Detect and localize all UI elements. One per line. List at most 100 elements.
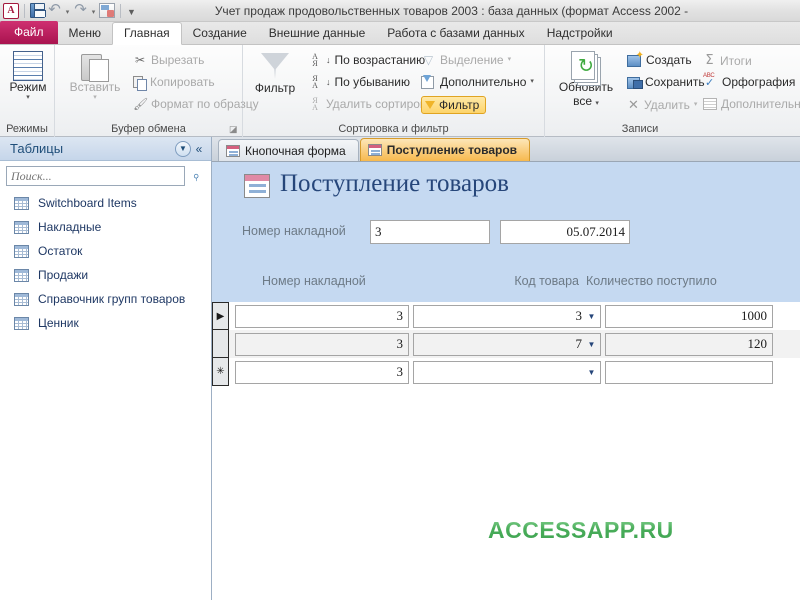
- paintbrush-icon: 🖌: [133, 97, 149, 111]
- redo-dropdown-icon[interactable]: ▾: [90, 4, 97, 18]
- records-more-label: Дополнительно: [721, 97, 800, 111]
- title-bar: A ↶ ▾ ↷ ▾ ▼ Учет продаж продовольственны…: [0, 0, 800, 22]
- list-item[interactable]: Продажи: [0, 263, 211, 287]
- table-icon: [14, 196, 29, 210]
- list-item[interactable]: Ценник: [0, 311, 211, 335]
- product-code-combobox[interactable]: ▼: [413, 360, 601, 384]
- cell-product-code-value: 3: [575, 308, 583, 323]
- print-preview-icon[interactable]: [99, 3, 115, 18]
- copy-button[interactable]: Копировать: [133, 75, 215, 91]
- ribbon-group-records: Обновить все ▾ Создать Сохранить ✕ Удали…: [545, 45, 800, 137]
- cell-invoice[interactable]: 3: [233, 302, 411, 330]
- doc-tab-goods-receipt[interactable]: Поступление товаров: [359, 138, 531, 161]
- ribbon-tab-strip: Файл Меню Главная Создание Внешние данны…: [0, 21, 800, 45]
- cell-product-code[interactable]: ▼: [411, 358, 603, 386]
- table-row[interactable]: ▶ 3 3 ▼ 1000: [212, 302, 800, 330]
- cell-invoice[interactable]: 3: [233, 358, 411, 386]
- selection-button[interactable]: ▽ Выделение ▾: [421, 53, 511, 67]
- spelling-button[interactable]: Орфография: [703, 73, 796, 90]
- new-record-button[interactable]: Создать: [627, 50, 692, 67]
- view-button[interactable]: Режим ▾: [7, 51, 49, 102]
- chevron-down-icon[interactable]: ▼: [585, 340, 598, 349]
- chevron-down-icon[interactable]: ▼: [175, 140, 191, 157]
- refresh-dropdown-icon[interactable]: ▾: [595, 100, 599, 107]
- product-code-combobox[interactable]: 7 ▼: [413, 332, 601, 356]
- scissors-icon: ✂: [134, 53, 146, 67]
- tab-home[interactable]: Главная: [111, 22, 182, 45]
- selection-dropdown-icon[interactable]: ▾: [508, 56, 512, 64]
- cell-quantity-value: 120: [605, 332, 773, 356]
- tab-menu[interactable]: Меню: [58, 22, 112, 44]
- spelling-label: Орфография: [722, 75, 796, 89]
- row-selector[interactable]: ▶: [212, 302, 229, 330]
- new-row-selector[interactable]: ✳: [212, 358, 229, 386]
- form-canvas: Поступление товаров Номер накладной 3 05…: [212, 162, 800, 600]
- list-item[interactable]: Накладные: [0, 215, 211, 239]
- totals-button[interactable]: Σ Итоги: [703, 53, 752, 68]
- table-row[interactable]: 3 7 ▼ 120: [212, 330, 800, 358]
- cell-quantity[interactable]: [603, 358, 775, 386]
- tab-addins[interactable]: Надстройки: [536, 22, 624, 44]
- format-painter-button[interactable]: 🖌 Формат по образцу: [133, 97, 259, 111]
- clipboard-dialog-launcher-icon[interactable]: ◪: [229, 125, 238, 134]
- sort-descending-button[interactable]: Я А ↓ По убыванию: [308, 75, 410, 90]
- list-item[interactable]: Остаток: [0, 239, 211, 263]
- doc-tab-label: Поступление товаров: [386, 143, 518, 157]
- sort-descending-icon: Я А: [308, 75, 322, 90]
- filter-button[interactable]: Фильтр: [251, 53, 299, 95]
- date-field[interactable]: 05.07.2014: [500, 220, 630, 244]
- list-item-label: Продажи: [38, 268, 89, 282]
- records-more-button[interactable]: Дополнительно: [703, 97, 800, 111]
- invoice-number-field[interactable]: 3: [370, 220, 490, 244]
- column-header-product-code: Код товара: [514, 274, 579, 288]
- chevron-down-icon[interactable]: ▼: [585, 312, 598, 321]
- delete-record-button[interactable]: ✕ Удалить ▾: [627, 97, 697, 113]
- paste-button[interactable]: Вставить ▾: [65, 51, 125, 102]
- paste-dropdown-icon[interactable]: ▾: [65, 94, 125, 102]
- toggle-filter-button[interactable]: Фильтр: [421, 96, 487, 114]
- tab-external-data[interactable]: Внешние данные: [258, 22, 377, 44]
- refresh-all-button[interactable]: Обновить все ▾: [555, 51, 617, 108]
- chevron-down-icon[interactable]: ▼: [585, 368, 598, 377]
- save-record-label: Сохранить: [645, 75, 705, 89]
- datasheet-view-icon: [13, 51, 43, 81]
- cell-invoice[interactable]: 3: [233, 330, 411, 358]
- save-record-button[interactable]: Сохранить: [627, 75, 705, 89]
- tab-file[interactable]: Файл: [0, 21, 58, 44]
- row-selector[interactable]: [212, 330, 229, 358]
- search-icon[interactable]: ⌕: [184, 164, 208, 188]
- advanced-button[interactable]: Дополнительно ▾: [421, 74, 534, 89]
- product-code-combobox[interactable]: 3 ▼: [413, 304, 601, 328]
- cell-invoice-value: 3: [235, 304, 409, 328]
- list-item-label: Накладные: [38, 220, 102, 234]
- advanced-dropdown-icon[interactable]: ▾: [530, 78, 534, 86]
- undo-dropdown-icon[interactable]: ▾: [64, 4, 71, 18]
- view-dropdown-icon[interactable]: ▾: [7, 94, 49, 102]
- access-logo-icon[interactable]: A: [3, 2, 19, 19]
- table-icon: [14, 220, 29, 234]
- cell-quantity[interactable]: 120: [603, 330, 775, 358]
- table-row[interactable]: ✳ 3 ▼: [212, 358, 800, 386]
- cell-quantity[interactable]: 1000: [603, 302, 775, 330]
- cut-button[interactable]: ✂ Вырезать: [133, 53, 204, 67]
- clear-sort-button[interactable]: Я А Удалить сортировку: [308, 97, 438, 112]
- search-input[interactable]: [6, 166, 185, 186]
- undo-icon[interactable]: ↶: [47, 2, 62, 18]
- delete-dropdown-icon[interactable]: ▾: [694, 101, 698, 109]
- tab-create[interactable]: Создание: [182, 22, 258, 44]
- list-item[interactable]: Switchboard Items: [0, 191, 211, 215]
- redo-icon[interactable]: ↷: [73, 2, 88, 18]
- sort-ascending-button[interactable]: А Я ↓ По возрастанию: [308, 53, 425, 68]
- selection-label: Выделение: [440, 53, 504, 67]
- cell-product-code[interactable]: 3 ▼: [411, 302, 603, 330]
- save-icon[interactable]: [30, 3, 46, 18]
- totals-label: Итоги: [720, 53, 752, 68]
- watermark: ACCESSAPP.RU: [488, 517, 674, 543]
- collapse-pane-icon[interactable]: «: [191, 142, 207, 156]
- list-item[interactable]: Справочник групп товаров: [0, 287, 211, 311]
- tab-database-tools[interactable]: Работа с базами данных: [376, 22, 535, 44]
- sigma-icon: Σ: [705, 53, 714, 68]
- cell-product-code[interactable]: 7 ▼: [411, 330, 603, 358]
- access-application-window: A ↶ ▾ ↷ ▾ ▼ Учет продаж продовольственны…: [0, 0, 800, 600]
- doc-tab-switchboard[interactable]: Кнопочная форма: [218, 139, 359, 161]
